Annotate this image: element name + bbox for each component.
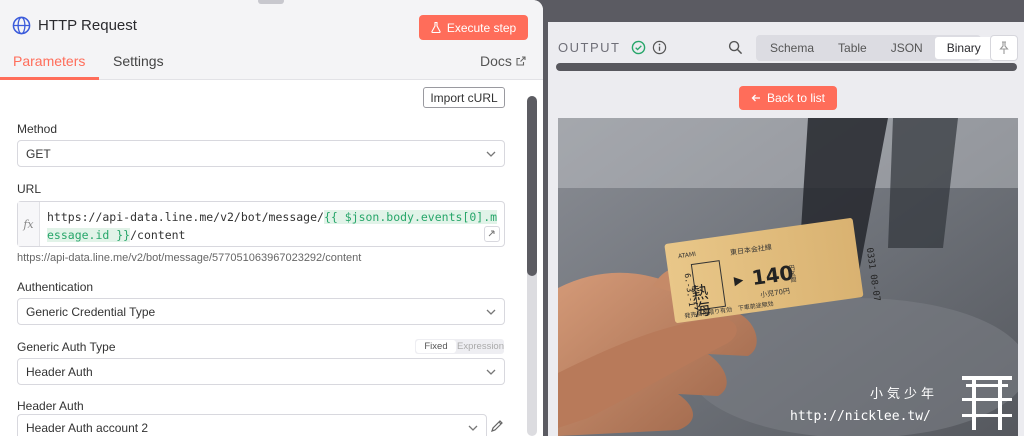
tab-settings[interactable]: Settings xyxy=(113,53,164,69)
binary-image-preview: ATAMI 熱海 東日本会社線 ▶ 140 円区間 小児70円 発売当日限り有効… xyxy=(558,118,1018,436)
chevron-down-icon xyxy=(486,369,496,375)
panel-header: HTTP Request Execute step Parameters Set… xyxy=(0,0,543,80)
authentication-label: Authentication xyxy=(17,280,94,294)
tab-parameters[interactable]: Parameters xyxy=(13,53,85,69)
authentication-value: Generic Credential Type xyxy=(26,304,156,319)
url-value[interactable]: https://api-data.line.me/v2/bot/message/… xyxy=(47,208,503,244)
node-title: HTTP Request xyxy=(38,17,137,34)
back-to-list-button[interactable]: Back to list xyxy=(739,86,837,110)
fx-icon: fx xyxy=(18,202,40,246)
toggle-fixed[interactable]: Fixed xyxy=(416,340,456,353)
output-view-tabs: Schema Table JSON Binary xyxy=(756,35,993,61)
vertical-scrollbar[interactable] xyxy=(527,96,537,436)
active-tab-indicator xyxy=(0,77,99,80)
pin-button[interactable] xyxy=(990,35,1018,61)
fixed-expression-toggle[interactable]: Fixed Expression xyxy=(415,339,504,354)
ticket-photo: ATAMI 熱海 東日本会社線 ▶ 140 円区間 小児70円 発売当日限り有効… xyxy=(558,118,1018,436)
globe-icon xyxy=(12,16,31,35)
pencil-icon[interactable] xyxy=(490,419,504,433)
check-circle-icon xyxy=(631,40,646,55)
url-label: URL xyxy=(17,182,42,196)
url-suffix: /content xyxy=(130,228,186,242)
node-panel: HTTP Request Execute step Parameters Set… xyxy=(0,0,543,436)
tab-binary[interactable]: Binary xyxy=(934,37,993,59)
url-prefix: https://api-data.line.me/v2/bot/message/ xyxy=(47,210,324,224)
method-select[interactable]: GET xyxy=(17,140,505,167)
import-curl-button[interactable]: Import cURL xyxy=(423,87,505,108)
external-link-icon xyxy=(516,56,526,66)
tab-json[interactable]: JSON xyxy=(879,37,935,59)
toggle-expression[interactable]: Expression xyxy=(457,339,504,354)
execute-step-button[interactable]: Execute step xyxy=(419,15,528,40)
pin-icon xyxy=(999,41,1009,54)
url-expression-field[interactable]: fx https://api-data.line.me/v2/bot/messa… xyxy=(17,201,505,247)
watermark-url: http://nicklee.tw/ xyxy=(790,409,931,424)
info-icon[interactable] xyxy=(652,40,667,55)
docs-link[interactable]: Docs xyxy=(480,53,526,69)
tab-schema[interactable]: Schema xyxy=(758,37,826,59)
back-to-list-label: Back to list xyxy=(766,91,826,105)
url-resolved-preview: https://api-data.line.me/v2/bot/message/… xyxy=(17,252,362,264)
chevron-down-icon xyxy=(486,309,496,315)
generic-auth-type-value: Header Auth xyxy=(26,364,93,379)
header-auth-select[interactable]: Header Auth account 2 xyxy=(17,414,487,436)
horizontal-scrollbar[interactable] xyxy=(548,63,1024,71)
chevron-down-icon xyxy=(468,425,478,431)
watermark-title: 小気少年 xyxy=(870,386,938,402)
chevron-down-icon xyxy=(486,151,496,157)
generic-auth-type-label: Generic Auth Type xyxy=(17,340,116,354)
parameters-body: Import cURL Method GET URL fx https://ap… xyxy=(0,81,543,436)
output-label: OUTPUT xyxy=(558,40,621,55)
scrollbar-thumb[interactable] xyxy=(527,96,537,276)
tab-table[interactable]: Table xyxy=(826,37,879,59)
authentication-select[interactable]: Generic Credential Type xyxy=(17,298,505,325)
arrow-left-icon xyxy=(751,94,760,102)
output-panel: OUTPUT Schema Table JSON Binary Back to … xyxy=(548,22,1024,436)
open-editor-icon[interactable] xyxy=(484,226,500,242)
docs-label: Docs xyxy=(480,53,512,69)
flask-icon xyxy=(431,22,441,33)
method-value: GET xyxy=(26,146,51,161)
method-label: Method xyxy=(17,122,58,136)
drag-handle[interactable] xyxy=(258,0,284,4)
execute-step-label: Execute step xyxy=(446,20,517,35)
horizontal-scrollbar-thumb[interactable] xyxy=(556,63,1017,71)
generic-auth-type-select[interactable]: Header Auth xyxy=(17,358,505,385)
header-auth-value: Header Auth account 2 xyxy=(26,420,149,435)
search-icon[interactable] xyxy=(728,40,743,55)
header-auth-label: Header Auth xyxy=(17,399,84,413)
